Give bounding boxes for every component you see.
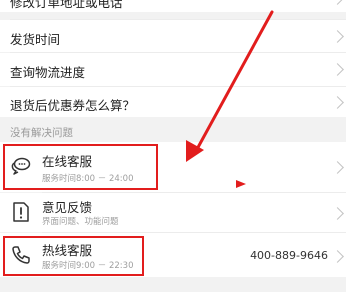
online-service-title: 在线客服 bbox=[42, 154, 93, 169]
feedback-row[interactable]: 意见反馈 界面问题、功能问题 bbox=[0, 193, 346, 232]
faq-item-label: 退货后优惠券怎么算？ bbox=[10, 98, 136, 113]
faq-item-coupon-refund[interactable]: 退货后优惠券怎么算？ bbox=[0, 87, 346, 117]
phone-icon bbox=[10, 244, 32, 266]
feedback-description: 界面问题、功能问题 bbox=[42, 217, 119, 227]
hotline-service-row[interactable]: 热线客服 服务时间9:00 － 22:30 400-889-9646 bbox=[0, 233, 346, 277]
feedback-title: 意见反馈 bbox=[42, 200, 93, 215]
hotline-service-title: 热线客服 bbox=[42, 243, 93, 258]
faq-item-logistics[interactable]: 查询物流进度 bbox=[0, 53, 346, 86]
chevron-right-icon bbox=[331, 30, 344, 43]
faq-item-label: 查询物流进度 bbox=[10, 65, 86, 80]
chevron-right-icon bbox=[331, 161, 344, 174]
hotline-phone-number[interactable]: 400-889-9646 bbox=[250, 249, 328, 262]
chevron-right-icon bbox=[331, 96, 344, 109]
chevron-right-icon bbox=[331, 63, 344, 76]
online-service-row[interactable]: 在线客服 服务时间8:00 － 24:00 bbox=[0, 142, 346, 192]
chevron-right-icon bbox=[331, 0, 344, 5]
faq-item-shipping-time[interactable]: 发货时间 bbox=[0, 20, 346, 52]
faq-item-change-address[interactable]: 修改订单地址或电话 bbox=[0, 0, 346, 12]
hotline-service-hours: 服务时间9:00 － 22:30 bbox=[42, 261, 134, 271]
feedback-doc-icon bbox=[10, 201, 32, 223]
chevron-right-icon bbox=[331, 250, 344, 263]
chevron-right-icon bbox=[331, 207, 344, 220]
faq-item-label: 发货时间 bbox=[10, 32, 61, 47]
chat-bubble-icon bbox=[10, 155, 32, 177]
faq-item-label: 修改订单地址或电话 bbox=[10, 0, 123, 10]
online-service-hours: 服务时间8:00 － 24:00 bbox=[42, 174, 134, 184]
section-title: 没有解决问题 bbox=[10, 127, 73, 139]
